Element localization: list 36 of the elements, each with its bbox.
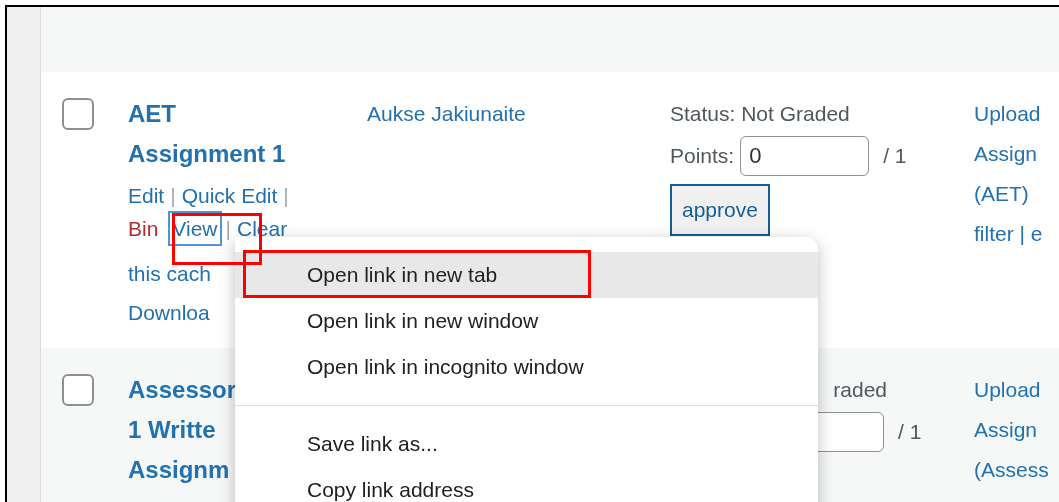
- action-link[interactable]: Edit: [128, 179, 165, 212]
- column-link[interactable]: filter | e: [974, 214, 1043, 254]
- column-link[interactable]: Upload: [974, 370, 1041, 410]
- menu-item[interactable]: Open link in incognito window: [235, 344, 818, 390]
- column-link[interactable]: (AET): [974, 174, 1029, 214]
- post-title-link[interactable]: AET: [128, 94, 176, 134]
- action-link[interactable]: View: [170, 212, 220, 245]
- post-title-link[interactable]: Assignment 1: [128, 134, 286, 174]
- action-link[interactable]: Quick Edit: [181, 179, 278, 212]
- column-link[interactable]: Assign: [974, 134, 1038, 174]
- status-text: Status: Not Graded: [670, 102, 850, 125]
- author-link[interactable]: Aukse Jakiunaite: [367, 102, 526, 125]
- checkbox[interactable]: [62, 98, 94, 130]
- post-title-link[interactable]: 1 Writte: [128, 410, 216, 450]
- points-max: / 1: [883, 143, 907, 170]
- separator-label: |: [283, 182, 289, 209]
- column-link[interactable]: (Assess: [974, 450, 1049, 490]
- separator-label: |: [170, 182, 176, 209]
- points-field[interactable]: 0: [740, 136, 870, 176]
- menu-item[interactable]: Open link in new tab: [235, 252, 818, 298]
- post-title-link[interactable]: Assessor: [128, 370, 237, 410]
- column-link[interactable]: Assign: [974, 410, 1038, 450]
- checkbox[interactable]: [62, 374, 94, 406]
- approve-button[interactable]: approve: [670, 184, 770, 236]
- menu-item[interactable]: Save link as...: [235, 421, 818, 467]
- separator-label: |: [225, 215, 231, 242]
- menu-item[interactable]: Copy link address: [235, 467, 818, 502]
- action-link[interactable]: this cach: [128, 257, 211, 290]
- action-link[interactable]: Downloa: [128, 296, 210, 329]
- points-max: / 1: [898, 419, 922, 446]
- delete-link[interactable]: Bin: [128, 212, 159, 245]
- points-label: Points:: [670, 143, 735, 170]
- status-text: raded: [833, 378, 887, 401]
- column-link[interactable]: Upload: [974, 94, 1041, 134]
- menu-item[interactable]: Open link in new window: [235, 298, 818, 344]
- post-title-link[interactable]: Assignm: [128, 450, 230, 490]
